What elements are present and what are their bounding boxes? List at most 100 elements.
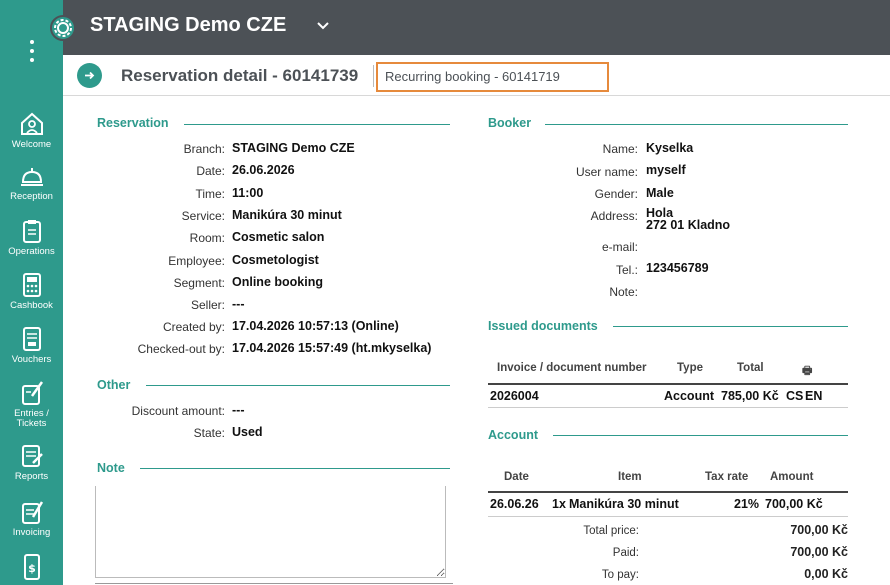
account-date: 26.06.26 bbox=[490, 497, 539, 511]
ticket-icon bbox=[21, 381, 43, 405]
field-value: Cosmetic salon bbox=[232, 230, 325, 244]
section-divider bbox=[553, 435, 848, 436]
field-label: Tel.: bbox=[615, 263, 638, 277]
total-value: 0,00 Kč bbox=[804, 567, 848, 581]
field-value: 17.04.2026 15:57:49 (ht.mkyselka) bbox=[232, 341, 432, 355]
account-section-title: Account bbox=[488, 428, 538, 442]
booker-name-link[interactable]: Kyselka bbox=[646, 141, 693, 155]
nav-label: Invoicing bbox=[12, 527, 51, 538]
section-divider bbox=[545, 124, 848, 125]
nav-label: Operations bbox=[8, 246, 55, 257]
field-label: Gender: bbox=[594, 187, 638, 201]
field-label: Checked-out by: bbox=[137, 342, 225, 356]
field-label: Time: bbox=[195, 187, 225, 201]
account-item: Manikúra 30 minut bbox=[569, 497, 679, 511]
field-label: Date: bbox=[196, 164, 225, 178]
total-value: 700,00 Kč bbox=[790, 523, 848, 537]
total-label: Paid: bbox=[612, 547, 639, 559]
section-divider bbox=[613, 326, 848, 327]
nav-vouchers[interactable]: Vouchers bbox=[0, 326, 63, 365]
field-label: Branch: bbox=[183, 142, 225, 156]
field-label: e-mail: bbox=[601, 240, 638, 254]
field-value: --- bbox=[232, 297, 245, 311]
total-label: To pay: bbox=[601, 569, 639, 581]
issued-documents-section-title: Issued documents bbox=[488, 319, 598, 333]
column-header: Type bbox=[677, 362, 703, 374]
field-label: Service: bbox=[181, 209, 225, 223]
divider bbox=[95, 583, 453, 584]
booker-section-title: Booker bbox=[488, 116, 532, 130]
divider bbox=[488, 383, 848, 385]
field-value: 17.04.2026 10:57:13 (Online) bbox=[232, 319, 399, 333]
field-value: Used bbox=[232, 425, 263, 439]
nav-label: Vouchers bbox=[11, 354, 52, 365]
field-label: Created by: bbox=[162, 320, 225, 334]
document-number-link[interactable]: 2026004 bbox=[490, 389, 539, 403]
nav-label: Cashbook bbox=[10, 300, 53, 311]
page-header: Reservation detail - 60141739 Recurring … bbox=[63, 55, 890, 96]
divider bbox=[488, 491, 848, 493]
field-value: Manikúra 30 minut bbox=[232, 208, 342, 222]
field-value: Male bbox=[646, 186, 674, 200]
dollar-phone-icon: $ bbox=[23, 554, 40, 580]
reception-bell-icon bbox=[20, 168, 43, 186]
field-label: Discount amount: bbox=[131, 404, 225, 418]
account-qty: 1x bbox=[552, 497, 566, 511]
chevron-down-icon[interactable] bbox=[316, 19, 330, 33]
column-header: Tax rate bbox=[705, 471, 749, 483]
top-bar: STAGING Demo CZE bbox=[50, 0, 890, 55]
report-icon bbox=[21, 445, 43, 467]
house-person-icon bbox=[20, 112, 43, 135]
nav-reports[interactable]: Reports bbox=[0, 443, 63, 482]
more-menu-icon[interactable] bbox=[25, 40, 39, 66]
field-value: 272 01 Kladno bbox=[646, 218, 731, 232]
column-header: Amount bbox=[770, 471, 814, 483]
column-header: Total bbox=[737, 362, 764, 374]
field-label: Name: bbox=[602, 142, 638, 156]
nav-reception[interactable]: Reception bbox=[0, 165, 63, 202]
calculator-icon bbox=[22, 273, 41, 297]
total-label: Total price: bbox=[583, 525, 639, 537]
sidebar: Welcome Reception Operations Cashbook Vo… bbox=[0, 0, 63, 585]
field-label: Room: bbox=[189, 231, 225, 245]
total-value: 700,00 Kč bbox=[790, 545, 848, 559]
page-title: Reservation detail - 60141739 bbox=[121, 66, 359, 85]
clipboard-icon bbox=[22, 220, 41, 243]
document-type: Account bbox=[664, 389, 714, 403]
reservation-section-title: Reservation bbox=[97, 116, 169, 130]
nav-entries-tickets[interactable]: Entries / Tickets bbox=[0, 380, 63, 429]
printer-icon: 🖶 bbox=[802, 365, 813, 377]
field-value: Cosmetologist bbox=[232, 253, 319, 267]
field-value: myself bbox=[646, 163, 686, 177]
print-en-link[interactable]: EN bbox=[805, 389, 822, 403]
note-section-title: Note bbox=[97, 461, 125, 475]
back-button[interactable] bbox=[77, 63, 102, 88]
org-name[interactable]: STAGING Demo CZE bbox=[90, 14, 286, 37]
field-value: 26.06.2026 bbox=[232, 163, 295, 177]
section-divider bbox=[146, 385, 450, 386]
nav-label: Welcome bbox=[11, 139, 52, 150]
field-value: STAGING Demo CZE bbox=[232, 141, 355, 155]
voucher-icon bbox=[22, 327, 41, 351]
field-label: Employee: bbox=[168, 254, 225, 268]
field-value: 11:00 bbox=[232, 186, 264, 200]
section-divider bbox=[140, 468, 450, 469]
nav-operations[interactable]: Operations bbox=[0, 218, 63, 257]
print-cs-link[interactable]: CS bbox=[786, 389, 803, 403]
gear-logo-icon bbox=[50, 15, 76, 41]
other-section-title: Other bbox=[97, 378, 131, 392]
field-value: --- bbox=[232, 403, 245, 417]
nav-cashbook[interactable]: Cashbook bbox=[0, 272, 63, 311]
column-header: Item bbox=[618, 471, 642, 483]
nav-label: Entries / Tickets bbox=[14, 408, 49, 429]
field-label: Address: bbox=[590, 209, 638, 223]
recurring-booking-link[interactable]: Recurring booking - 60141719 bbox=[376, 62, 609, 92]
nav-invoicing[interactable]: Invoicing bbox=[0, 499, 63, 538]
nav-label: Reception bbox=[10, 191, 53, 202]
field-value: Online booking bbox=[232, 275, 323, 289]
field-value: 123456789 bbox=[646, 261, 709, 275]
divider bbox=[488, 407, 848, 408]
nav-payments[interactable]: $ bbox=[0, 553, 63, 584]
nav-welcome[interactable]: Welcome bbox=[0, 111, 63, 150]
note-textarea[interactable] bbox=[95, 486, 446, 578]
